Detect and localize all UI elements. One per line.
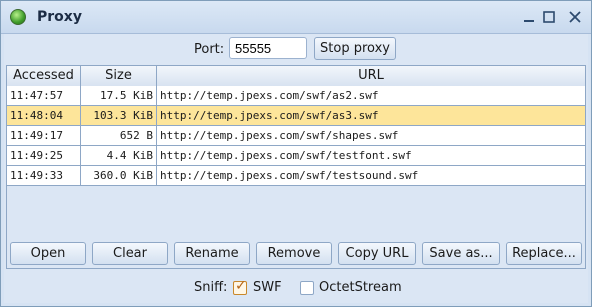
accessed-cell: 11:49:17 <box>7 126 81 145</box>
accessed-cell: 11:49:25 <box>7 146 81 165</box>
url-cell: http://temp.jpexs.com/swf/testsound.swf <box>160 169 419 182</box>
rename-button[interactable]: Rename <box>174 242 250 265</box>
proxy-panel: Port: Stop proxy Accessed Size URL 11:47… <box>4 34 588 303</box>
save-as-button[interactable]: Save as... <box>422 242 500 265</box>
window-title: Proxy <box>37 9 82 25</box>
table-row[interactable]: 11:47:57 17.5 KiB http://temp.jpexs.com/… <box>7 86 585 106</box>
minimize-icon[interactable] <box>519 7 539 27</box>
url-cell: http://temp.jpexs.com/swf/shapes.swf <box>160 129 399 142</box>
accessed-cell: 11:49:33 <box>7 166 81 185</box>
maximize-icon[interactable] <box>539 7 559 27</box>
table-row[interactable]: 11:49:17 652 B http://temp.jpexs.com/swf… <box>7 126 585 146</box>
url-cell: http://temp.jpexs.com/swf/as2.swf <box>160 89 379 102</box>
remove-button[interactable]: Remove <box>256 242 332 265</box>
copy-url-button[interactable]: Copy URL <box>338 242 416 265</box>
column-size[interactable]: Size <box>81 66 157 86</box>
table-row[interactable]: 11:49:25 4.4 KiB http://temp.jpexs.com/s… <box>7 146 585 166</box>
port-label: Port: <box>194 42 225 57</box>
accessed-cell: 11:48:04 <box>7 106 81 125</box>
close-icon[interactable] <box>565 7 585 27</box>
swf-label[interactable]: SWF <box>253 280 282 295</box>
sniff-row: Sniff: ✓ SWF OctetStream <box>4 278 588 300</box>
replace-button[interactable]: Replace... <box>506 242 582 265</box>
proxy-globe-icon <box>10 9 26 25</box>
swf-checkbox[interactable]: ✓ <box>233 278 247 295</box>
open-button[interactable]: Open <box>10 242 86 265</box>
checkmark-icon: ✓ <box>235 278 247 294</box>
clear-button[interactable]: Clear <box>92 242 168 265</box>
size-cell: 652 B <box>81 126 157 145</box>
url-cell: http://temp.jpexs.com/swf/as3.swf <box>160 109 379 122</box>
table-row-selected[interactable]: 11:48:04 103.3 KiB http://temp.jpexs.com… <box>7 106 585 126</box>
size-cell: 360.0 KiB <box>81 166 157 185</box>
table-row[interactable]: 11:49:33 360.0 KiB http://temp.jpexs.com… <box>7 166 585 186</box>
size-cell: 4.4 KiB <box>81 146 157 165</box>
proxy-table[interactable]: Accessed Size URL 11:47:57 17.5 KiB http… <box>6 65 586 269</box>
proxy-window: Proxy Port: Stop proxy Accessed Size URL… <box>0 0 592 307</box>
octetstream-label[interactable]: OctetStream <box>319 280 402 295</box>
sniff-label: Sniff: <box>194 280 228 295</box>
size-cell: 103.3 KiB <box>81 106 157 125</box>
size-cell: 17.5 KiB <box>81 86 157 105</box>
port-row: Port: Stop proxy <box>4 36 588 62</box>
accessed-cell: 11:47:57 <box>7 86 81 105</box>
column-url[interactable]: URL <box>157 66 585 86</box>
port-input[interactable] <box>229 37 307 59</box>
title-bar[interactable]: Proxy <box>1 1 591 34</box>
url-cell: http://temp.jpexs.com/swf/testfont.swf <box>160 149 412 162</box>
table-header: Accessed Size URL <box>7 66 585 87</box>
octetstream-checkbox[interactable] <box>300 281 314 295</box>
column-accessed[interactable]: Accessed <box>7 66 81 86</box>
stop-proxy-button[interactable]: Stop proxy <box>314 37 396 60</box>
